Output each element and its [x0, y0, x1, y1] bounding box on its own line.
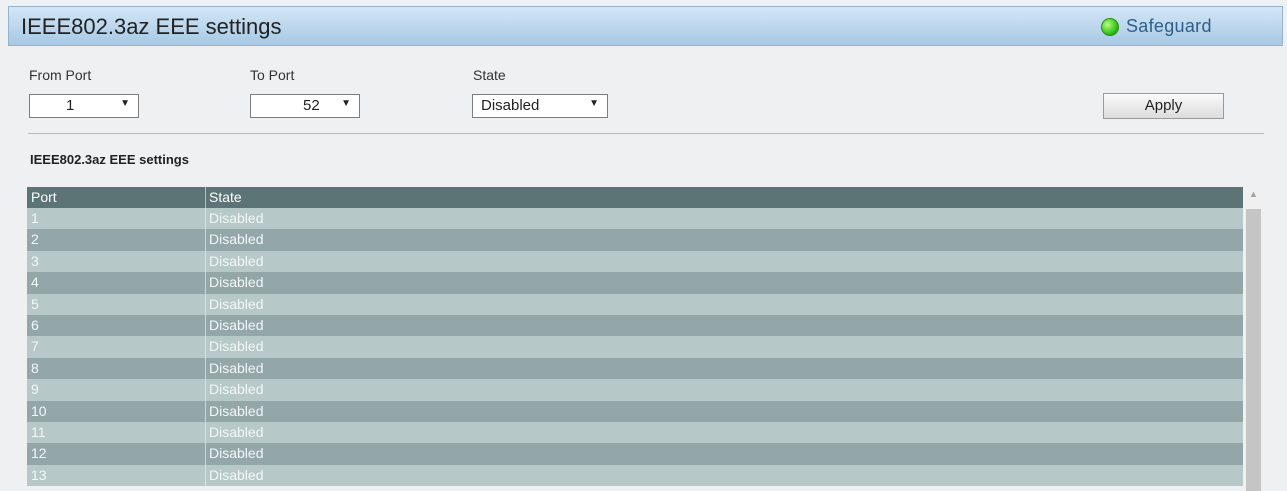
- row-state: Disabled: [209, 466, 264, 483]
- table-row: 9 Disabled: [27, 379, 1243, 401]
- column-divider: [205, 400, 206, 422]
- row-port: 10: [31, 402, 47, 419]
- scroll-up-arrow-icon[interactable]: ▲: [1249, 189, 1258, 199]
- divider: [28, 133, 1264, 134]
- column-divider: [205, 464, 206, 487]
- row-port: 12: [31, 445, 47, 462]
- page-title: IEEE802.3az EEE settings: [21, 14, 282, 39]
- safeguard-label: Safeguard: [1126, 16, 1212, 36]
- row-port: 6: [31, 316, 39, 333]
- safeguard-status-icon: [1101, 18, 1119, 36]
- apply-button[interactable]: Apply: [1103, 93, 1224, 119]
- row-port: 9: [31, 381, 39, 398]
- row-state: Disabled: [209, 210, 264, 226]
- state-value: Disabled: [481, 97, 540, 114]
- row-state: Disabled: [209, 252, 264, 269]
- chevron-down-icon: ▼: [589, 98, 599, 109]
- column-divider: [205, 229, 206, 251]
- eee-settings-table: Port State 1 Disabled 2 Disabled 3 Disabled 4 D…: [27, 187, 1243, 491]
- table-row: 3 Disabled: [27, 250, 1243, 273]
- row-state: Disabled: [209, 338, 264, 355]
- row-port: 5: [31, 295, 39, 312]
- row-state: Disabled: [209, 231, 264, 248]
- column-divider: [205, 293, 206, 315]
- row-state: Disabled: [209, 381, 264, 398]
- table-row: 4 Disabled: [27, 272, 1243, 294]
- page-header: IEEE802.3az EEE settings Safeguard: [8, 6, 1283, 46]
- row-state: Disabled: [209, 359, 264, 376]
- chevron-down-icon: ▼: [341, 98, 351, 109]
- section-title: IEEE802.3az EEE settings: [30, 152, 189, 167]
- scroll-thumb[interactable]: [1246, 209, 1261, 491]
- chevron-down-icon: ▼: [120, 98, 130, 109]
- table-scrollbar[interactable]: ▲: [1243, 187, 1264, 491]
- table-row: 13 Disabled: [27, 464, 1243, 487]
- column-divider: [205, 357, 206, 380]
- column-divider: [205, 336, 206, 358]
- column-header-state: State: [209, 189, 242, 205]
- row-state: Disabled: [209, 423, 264, 440]
- row-port: 1: [31, 210, 39, 226]
- table-header: Port State: [27, 187, 1243, 208]
- row-state: Disabled: [209, 402, 264, 419]
- state-select[interactable]: Disabled ▼: [472, 94, 608, 118]
- table-body: 1 Disabled 2 Disabled 3 Disabled 4 Disabled 5 Dis…: [27, 208, 1243, 487]
- table-row: 10 Disabled: [27, 400, 1243, 422]
- table-row: 7 Disabled: [27, 336, 1243, 358]
- column-header-port: Port: [31, 189, 57, 205]
- column-divider: [205, 250, 206, 273]
- from-port-select[interactable]: 1 ▼: [29, 94, 139, 118]
- row-port: 7: [31, 338, 39, 355]
- row-state: Disabled: [209, 445, 264, 462]
- row-port: 13: [31, 466, 47, 483]
- column-divider: [205, 379, 206, 401]
- row-state: Disabled: [209, 295, 264, 312]
- column-divider: [205, 272, 206, 294]
- column-divider: [205, 314, 206, 337]
- row-state: Disabled: [209, 316, 264, 333]
- row-port: 8: [31, 359, 39, 376]
- column-divider: [205, 421, 206, 444]
- to-port-select[interactable]: 52 ▼: [250, 94, 360, 118]
- table-row: 2 Disabled: [27, 229, 1243, 251]
- table-row: 5 Disabled: [27, 293, 1243, 315]
- table-row: 6 Disabled: [27, 314, 1243, 337]
- page-frame: IEEE802.3az EEE settings Safeguard From …: [0, 0, 1287, 491]
- column-divider: [205, 187, 206, 208]
- column-divider: [205, 208, 206, 230]
- from-port-label: From Port: [29, 67, 92, 83]
- row-port: 3: [31, 252, 39, 269]
- table-row: 8 Disabled: [27, 357, 1243, 380]
- state-label: State: [473, 67, 506, 83]
- table-row: 1 Disabled: [27, 208, 1243, 230]
- column-divider: [205, 443, 206, 465]
- to-port-label: To Port: [250, 67, 295, 83]
- table-row: 12 Disabled: [27, 443, 1243, 465]
- row-port: 11: [31, 423, 46, 440]
- row-state: Disabled: [209, 274, 264, 291]
- row-port: 4: [31, 274, 39, 291]
- row-port: 2: [31, 231, 39, 248]
- from-port-value: 1: [66, 97, 75, 114]
- to-port-value: 52: [303, 97, 320, 114]
- table-row: 11 Disabled: [27, 421, 1243, 444]
